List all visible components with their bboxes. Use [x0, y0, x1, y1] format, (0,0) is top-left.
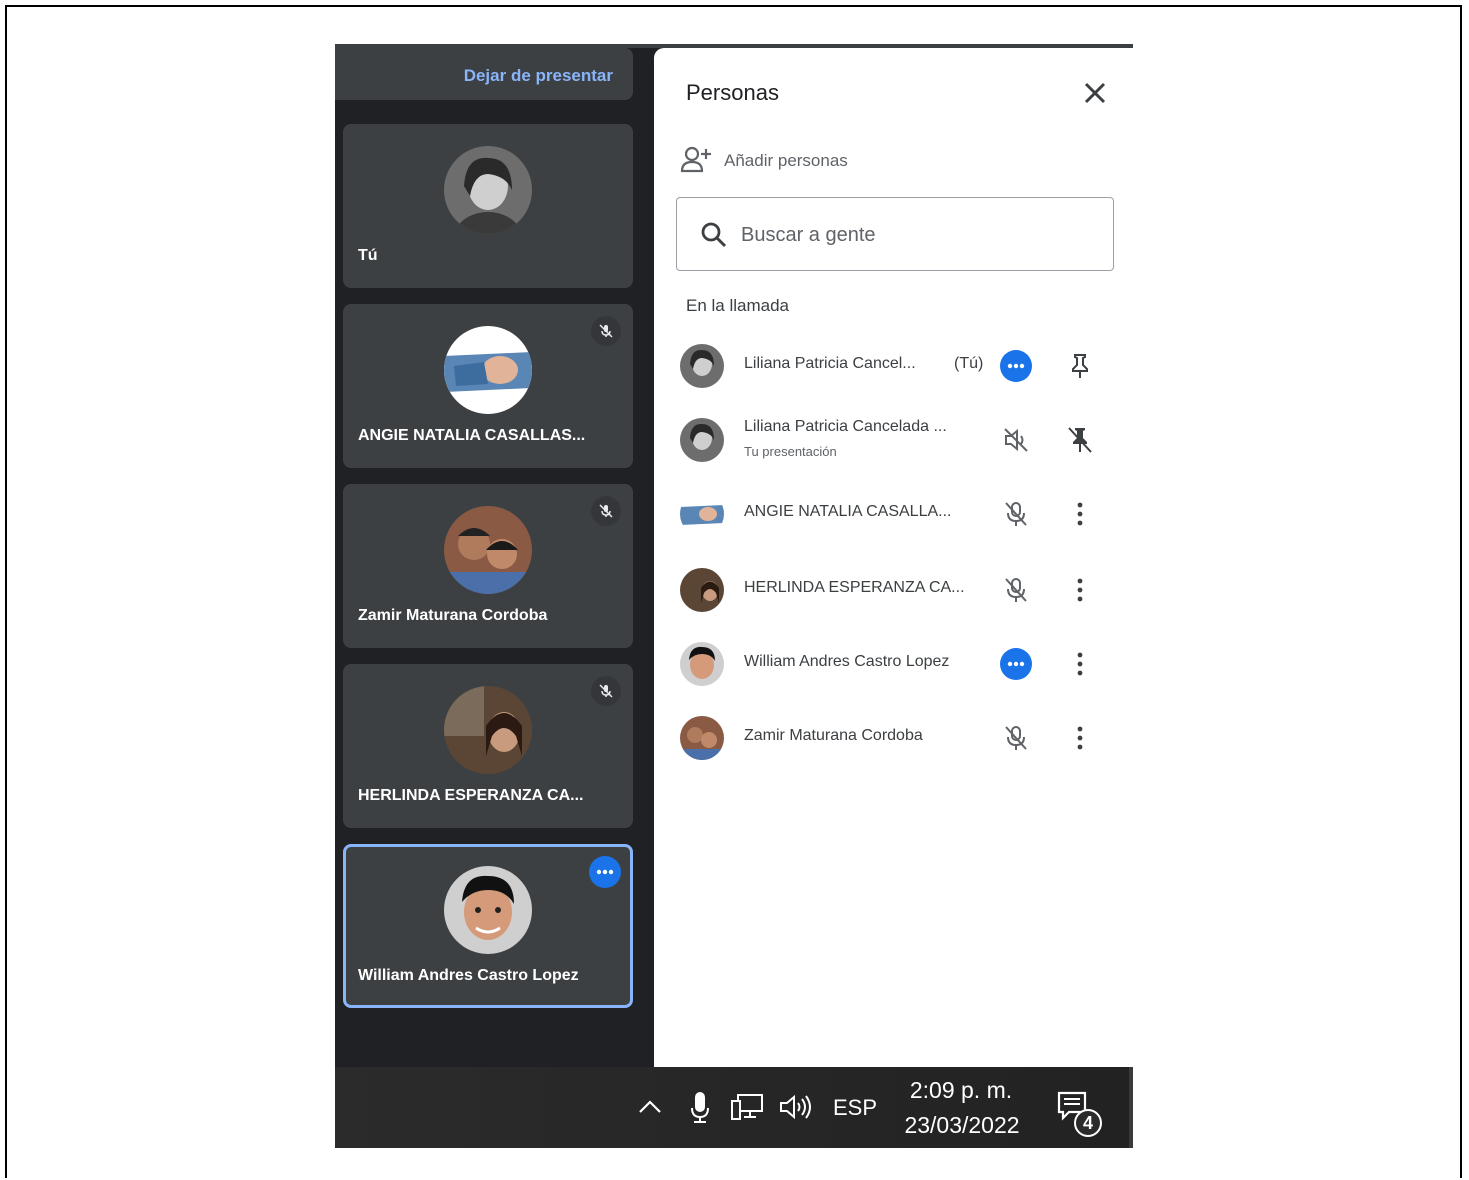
mic-off-icon: [591, 676, 621, 706]
search-box[interactable]: [676, 197, 1114, 271]
kebab-menu-icon[interactable]: [1064, 722, 1096, 754]
person-name: Liliana Patricia Cancelada ...: [744, 418, 947, 435]
list-item[interactable]: Zamir Maturana Cordoba: [654, 708, 1133, 768]
list-item[interactable]: William Andres Castro Lopez: [654, 634, 1133, 694]
avatar: [680, 418, 724, 462]
search-icon: [699, 220, 729, 250]
avatar: [680, 568, 724, 612]
avatar: [680, 642, 724, 686]
person-name: Liliana Patricia Cancel...: [744, 355, 916, 372]
more-options-icon[interactable]: [1000, 350, 1032, 382]
mic-off-icon: [591, 316, 621, 346]
people-panel: Personas Añadir personas En la llamada L…: [654, 48, 1133, 1067]
avatar: [444, 506, 532, 594]
avatar: [444, 326, 532, 414]
person-subtitle: Tu presentación: [744, 444, 837, 459]
show-desktop-button[interactable]: [1129, 1067, 1133, 1148]
avatar: [680, 492, 724, 536]
presenting-bar: Dejar de presentar: [335, 48, 633, 100]
you-label: (Tú): [954, 355, 984, 372]
windows-taskbar: ESP 2:09 p. m. 23/03/2022 4: [335, 1067, 1133, 1148]
microphone-icon[interactable]: [685, 1089, 715, 1125]
participant-name: William Andres Castro Lopez: [358, 967, 579, 984]
avatar: [680, 344, 724, 388]
language-indicator[interactable]: ESP: [833, 1093, 877, 1123]
person-name: ANGIE NATALIA CASALLA...: [744, 503, 952, 520]
participant-name: Zamir Maturana Cordoba: [358, 607, 548, 624]
chevron-up-icon[interactable]: [635, 1091, 665, 1121]
list-item[interactable]: Liliana Patricia Cancelada ... Tu presen…: [654, 410, 1133, 470]
avatar: [444, 686, 532, 774]
network-icon[interactable]: [729, 1091, 765, 1123]
participant-tile-herlinda[interactable]: HERLINDA ESPERANZA CA...: [343, 664, 633, 828]
participant-name: Tú: [358, 247, 378, 264]
list-item[interactable]: ANGIE NATALIA CASALLA...: [654, 484, 1133, 544]
close-icon[interactable]: [1080, 78, 1110, 108]
mic-off-icon: [1000, 722, 1032, 754]
more-options-icon[interactable]: [589, 856, 621, 888]
participant-tile-zamir[interactable]: Zamir Maturana Cordoba: [343, 484, 633, 648]
add-people-label: Añadir personas: [724, 151, 848, 170]
kebab-menu-icon[interactable]: [1064, 648, 1096, 680]
notification-count-badge: 4: [1074, 1109, 1102, 1137]
kebab-menu-icon[interactable]: [1064, 574, 1096, 606]
clock-time[interactable]: 2:09 p. m.: [901, 1077, 1021, 1104]
person-name: William Andres Castro Lopez: [744, 653, 950, 670]
more-options-icon[interactable]: [1000, 648, 1032, 680]
add-people-button[interactable]: Añadir personas: [680, 146, 848, 176]
pin-icon[interactable]: [1064, 350, 1096, 382]
volume-off-icon: [1000, 424, 1032, 456]
participant-name: HERLINDA ESPERANZA CA...: [358, 787, 584, 804]
person-name: HERLINDA ESPERANZA CA...: [744, 579, 965, 596]
participant-tile-william[interactable]: William Andres Castro Lopez: [343, 844, 633, 1008]
kebab-menu-icon[interactable]: [1064, 498, 1096, 530]
stop-presenting-button[interactable]: Dejar de presentar: [464, 66, 613, 86]
person-name: Zamir Maturana Cordoba: [744, 727, 923, 744]
avatar: [444, 866, 532, 954]
mic-off-icon: [1000, 574, 1032, 606]
unpin-icon[interactable]: [1064, 424, 1096, 456]
search-input[interactable]: [739, 216, 1083, 254]
panel-title: Personas: [686, 80, 779, 105]
participant-tile-angie[interactable]: ANGIE NATALIA CASALLAS...: [343, 304, 633, 468]
add-person-icon: [680, 145, 712, 178]
clock-date[interactable]: 23/03/2022: [897, 1112, 1027, 1139]
mic-off-icon: [591, 496, 621, 526]
avatar: [680, 716, 724, 760]
list-item[interactable]: HERLINDA ESPERANZA CA...: [654, 560, 1133, 620]
mic-off-icon: [1000, 498, 1032, 530]
avatar: [444, 146, 532, 234]
section-label: En la llamada: [686, 296, 790, 315]
participant-tile-you[interactable]: Tú: [343, 124, 633, 288]
participant-name: ANGIE NATALIA CASALLAS...: [358, 427, 586, 444]
list-item[interactable]: Liliana Patricia Cancel... (Tú): [654, 336, 1133, 396]
meet-window: Dejar de presentar Tú ANGIE NATALIA CASA…: [335, 44, 1133, 1148]
speaker-icon[interactable]: [777, 1091, 815, 1123]
